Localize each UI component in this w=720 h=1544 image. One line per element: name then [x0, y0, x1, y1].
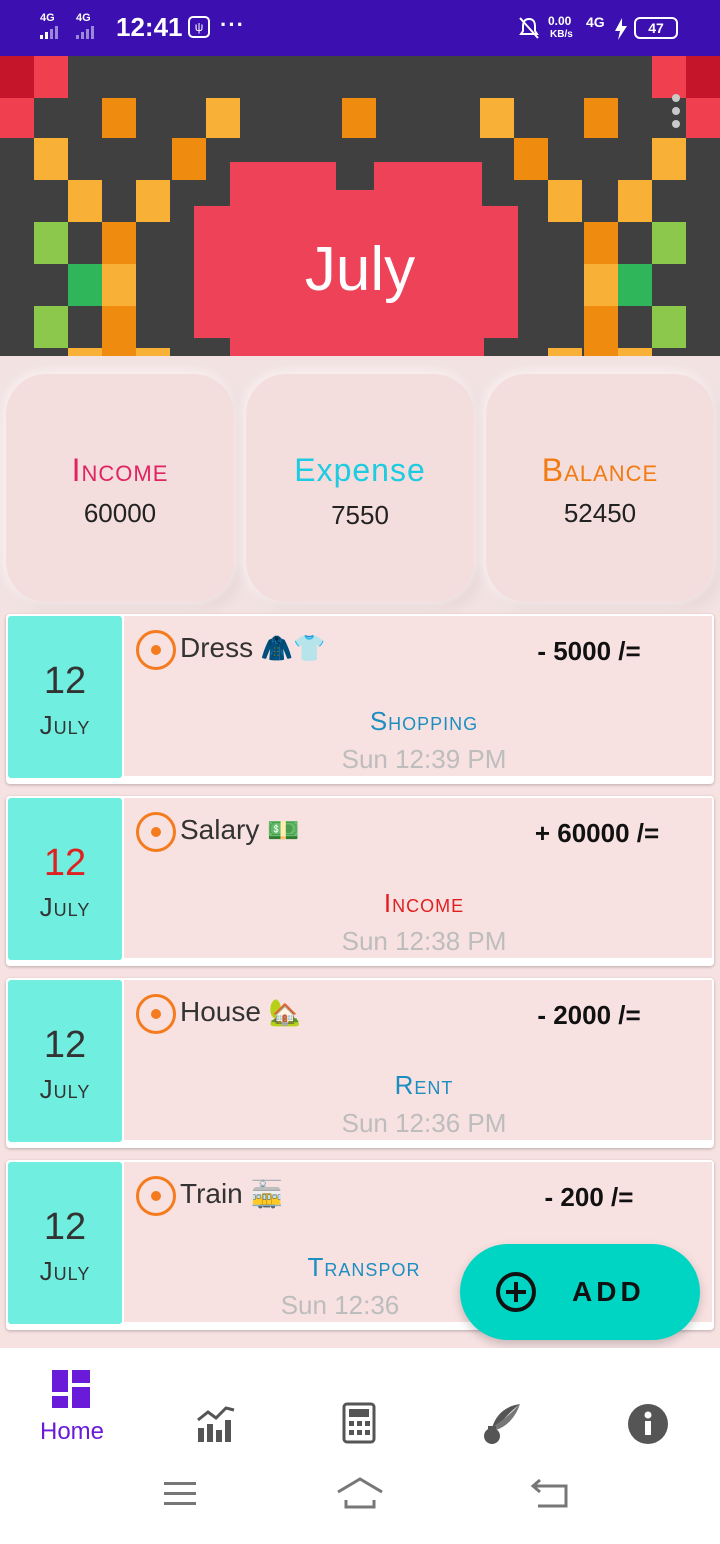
expense-value: 7550 — [331, 500, 389, 530]
add-circle-icon — [496, 1272, 536, 1312]
transaction-amount: - 5000 /= — [537, 636, 641, 666]
transaction-category: Shopping — [369, 706, 479, 736]
transaction-row[interactable]: 12 July Salary 💵 + 60000 /= Income Sun 1… — [6, 796, 714, 966]
transaction-name: Dress 🧥👕 — [180, 632, 326, 663]
chart-icon — [197, 1406, 235, 1442]
date-month: July — [39, 710, 91, 740]
transaction-category: Income — [383, 888, 465, 918]
transaction-row[interactable]: 12 July Dress 🧥👕 - 5000 /= Shopping Sun … — [6, 614, 714, 784]
date-day: 12 — [43, 1206, 87, 1248]
date-month: July — [39, 892, 91, 922]
nav-info[interactable] — [588, 1368, 708, 1458]
date-month: July — [39, 1074, 91, 1104]
transaction-details: Salary 💵 + 60000 /= Income Sun 12:38 PM — [124, 798, 712, 958]
date-day: 12 — [43, 1024, 87, 1066]
transaction-time: Sun 12:36 PM — [341, 1108, 507, 1138]
nav-notes[interactable] — [436, 1368, 556, 1458]
balance-card: Balance 52450 — [486, 374, 714, 602]
pixel-heart-artwork — [0, 56, 720, 356]
date-box: 12 July — [8, 980, 122, 1142]
transaction-amount: - 2000 /= — [537, 1000, 641, 1030]
transaction-row[interactable]: 12 July House 🏡 - 2000 /= Rent Sun 12:36… — [6, 978, 714, 1148]
battery-icon: 47 — [634, 17, 678, 39]
usb-icon: ψ — [188, 16, 210, 38]
date-day: 12 — [43, 660, 87, 702]
transaction-emoji: 🚋 — [250, 1179, 283, 1209]
expense-card: Expense 7550 — [246, 374, 474, 602]
date-day: 12 — [43, 842, 87, 884]
system-menu-icon[interactable] — [162, 1480, 198, 1508]
nav-calculator[interactable] — [300, 1368, 420, 1458]
network-type: 4G — [586, 14, 605, 30]
transaction-time: Sun 12:38 PM — [341, 926, 507, 956]
expense-label: Expense — [294, 452, 426, 488]
date-box: 12 July — [8, 616, 122, 778]
date-box: 12 July — [8, 798, 122, 960]
transaction-amount: + 60000 /= — [534, 818, 660, 848]
calculator-icon — [342, 1402, 376, 1444]
dashboard-icon — [52, 1370, 90, 1408]
radio-icon[interactable] — [136, 630, 176, 670]
add-transaction-button[interactable]: ADD — [460, 1244, 700, 1340]
system-home-icon[interactable] — [336, 1476, 384, 1510]
signal-1-type: 4G — [40, 12, 55, 24]
income-label: Income — [71, 452, 169, 488]
month-title: July — [304, 235, 416, 304]
transaction-name: Salary 💵 — [180, 814, 300, 845]
nav-stats[interactable] — [156, 1368, 276, 1458]
add-button-label: ADD — [572, 1276, 645, 1307]
radio-icon[interactable] — [136, 994, 176, 1034]
network-speed: 0.00 — [548, 14, 572, 28]
transaction-time: Sun 12:39 PM — [341, 744, 507, 774]
transaction-name: House 🏡 — [180, 996, 302, 1027]
transaction-details: Dress 🧥👕 - 5000 /= Shopping Sun 12:39 PM — [124, 616, 712, 776]
quill-icon — [484, 1404, 520, 1444]
signal-2-icon — [76, 26, 94, 39]
bottom-navigation: Home — [0, 1348, 720, 1544]
transaction-category: Rent — [394, 1070, 454, 1100]
mute-bell-icon — [519, 17, 539, 39]
transaction-emoji: 🧥👕 — [260, 633, 326, 663]
nav-home-label: Home — [39, 1418, 105, 1445]
transaction-emoji: 💵 — [267, 815, 300, 845]
summary-panel: Income 60000 Expense 7550 Balance 52450 — [0, 356, 720, 612]
transaction-emoji: 🏡 — [268, 997, 302, 1027]
transaction-amount: - 200 /= — [544, 1182, 634, 1212]
radio-icon[interactable] — [136, 812, 176, 852]
balance-label: Balance — [541, 452, 659, 488]
info-icon — [628, 1404, 668, 1444]
transaction-details: House 🏡 - 2000 /= Rent Sun 12:36 PM — [124, 980, 712, 1140]
network-speed-unit: KB/s — [550, 29, 573, 40]
month-banner: July — [0, 56, 720, 356]
signal-2-type: 4G — [76, 12, 91, 24]
system-back-icon[interactable] — [530, 1478, 570, 1508]
nav-home[interactable]: Home — [12, 1368, 132, 1458]
signal-1-icon — [40, 26, 58, 39]
more-notifications: ··· — [220, 12, 245, 37]
income-card: Income 60000 — [6, 374, 234, 602]
balance-value: 52450 — [563, 498, 637, 528]
radio-icon[interactable] — [136, 1176, 176, 1216]
status-time: 12:41 — [116, 12, 183, 42]
overflow-menu-icon[interactable] — [664, 94, 688, 134]
transaction-name: Train 🚋 — [180, 1178, 283, 1209]
income-value: 60000 — [83, 498, 157, 528]
charging-icon — [615, 18, 627, 40]
status-bar: 4G 4G 12:41 ψ ··· 0.00 KB/s 4G 47 — [0, 0, 720, 56]
